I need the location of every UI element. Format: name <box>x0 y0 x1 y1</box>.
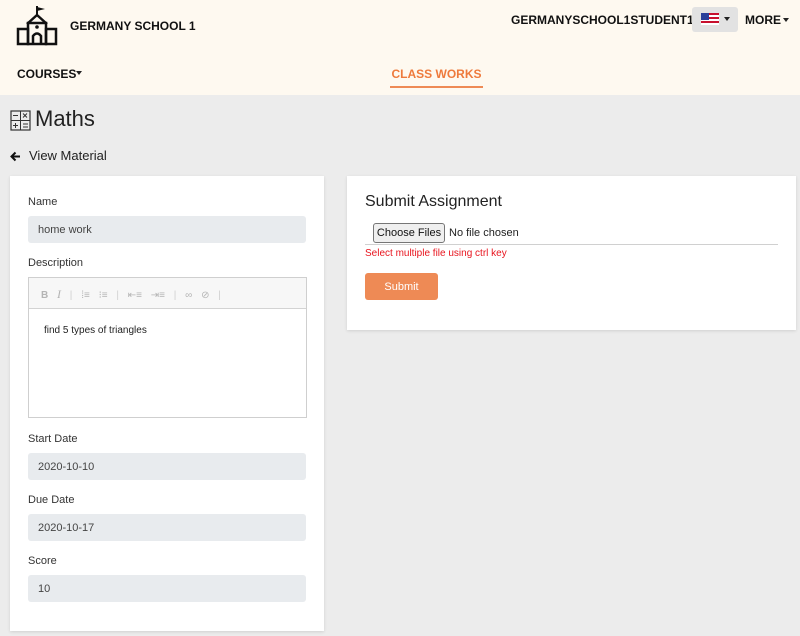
description-label: Description <box>28 257 84 269</box>
file-status-text: No file chosen <box>449 227 519 239</box>
start-date-label: Start Date <box>28 433 78 445</box>
outdent-icon[interactable]: ⇤≡ <box>128 290 142 301</box>
toolbar-divider: | <box>69 290 73 301</box>
description-editor[interactable]: B I | ⁞≡ ⁝≡ | ⇤≡ ⇥≡ | ∞ ⊘ | find 5 types… <box>28 277 307 418</box>
chevron-down-icon <box>76 71 82 75</box>
toolbar-divider: | <box>116 290 119 301</box>
start-date-field[interactable]: 2020-10-10 <box>28 453 306 480</box>
material-details-card: Name home work Description B I | ⁞≡ ⁝≡ |… <box>10 176 324 631</box>
score-field[interactable]: 10 <box>28 575 306 602</box>
courses-menu[interactable]: COURSES <box>17 67 76 81</box>
school-name: GERMANY SCHOOL 1 <box>70 19 196 33</box>
chevron-down-icon <box>724 17 730 21</box>
view-material-label: View Material <box>29 148 107 163</box>
us-flag-icon <box>701 13 719 25</box>
bulleted-list-icon[interactable]: ⁝≡ <box>99 290 108 301</box>
score-label: Score <box>28 555 57 567</box>
tab-class-works[interactable]: CLASS WORKS <box>390 58 483 88</box>
submit-assignment-title: Submit Assignment <box>365 193 502 210</box>
top-header: GERMANY SCHOOL 1 GERMANYSCHOOL1STUDENT1 … <box>0 0 800 95</box>
view-material-link[interactable]: View Material <box>10 148 107 163</box>
arrow-left-icon <box>10 151 20 162</box>
language-selector[interactable] <box>692 7 738 32</box>
calculator-icon <box>10 110 31 131</box>
submit-button[interactable]: Submit <box>365 273 438 300</box>
due-date-label: Due Date <box>28 494 75 506</box>
name-label: Name <box>28 196 58 208</box>
unlink-icon[interactable]: ⊘ <box>201 290 209 301</box>
bold-icon[interactable]: B <box>41 290 48 301</box>
more-menu[interactable]: MORE <box>745 13 781 27</box>
tab-class-works-label: CLASS WORKS <box>391 67 482 81</box>
name-field[interactable]: home work <box>28 216 306 243</box>
italic-icon[interactable]: I <box>57 287 61 302</box>
toolbar-divider: | <box>218 290 221 301</box>
chevron-down-icon <box>783 18 789 22</box>
page-title: Maths <box>35 106 95 131</box>
toolbar-divider: | <box>173 290 177 301</box>
link-icon[interactable]: ∞ <box>185 290 192 301</box>
file-input-underline <box>365 244 778 245</box>
numbered-list-icon[interactable]: ⁞≡ <box>81 290 90 301</box>
username[interactable]: GERMANYSCHOOL1STUDENT1 <box>511 13 694 27</box>
choose-files-button[interactable]: Choose Files <box>373 223 445 243</box>
multi-file-hint: Select multiple file using ctrl key <box>365 248 507 259</box>
submit-assignment-card: Submit Assignment Choose Files No file c… <box>347 176 796 330</box>
editor-toolbar: B I | ⁞≡ ⁝≡ | ⇤≡ ⇥≡ | ∞ ⊘ | <box>29 278 306 309</box>
indent-icon[interactable]: ⇥≡ <box>151 290 165 301</box>
school-logo-icon <box>16 6 58 46</box>
due-date-field[interactable]: 2020-10-17 <box>28 514 306 541</box>
editor-content[interactable]: find 5 types of triangles <box>29 309 306 336</box>
